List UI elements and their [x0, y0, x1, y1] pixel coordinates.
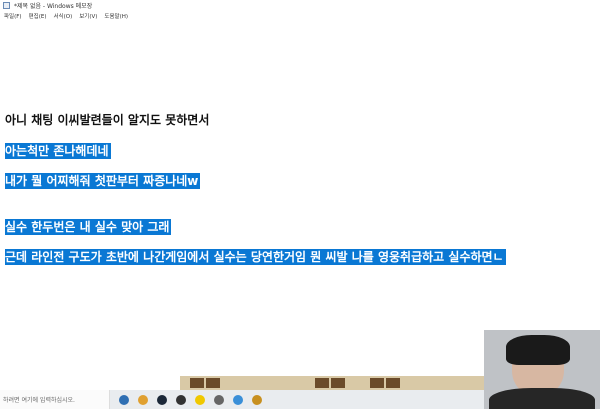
game-icon[interactable]: [252, 394, 262, 405]
chrome-icon[interactable]: [138, 394, 148, 405]
steam-icon[interactable]: [157, 394, 167, 405]
taskbar-search[interactable]: 하려면 여기에 입력하십시오.: [0, 390, 110, 409]
menu-bar: 파일(F) 편집(E) 서식(O) 보기(V) 도움말(H): [0, 11, 600, 20]
text-line-3: 내가 뭘 어찌해줘 첫판부터 짜증나네w: [5, 173, 201, 189]
webcam-overlay: [484, 330, 600, 409]
text-line-2: 아는척만 존나해데네: [5, 143, 111, 159]
app-icon[interactable]: [176, 394, 186, 405]
menu-help[interactable]: 도움말(H): [104, 12, 128, 20]
menu-file[interactable]: 파일(F): [4, 12, 22, 20]
game-overlay-strip: [180, 376, 485, 390]
window-title: *제목 없음 - Windows 메모장: [14, 3, 93, 10]
app-icon-2[interactable]: [214, 394, 224, 405]
menu-edit[interactable]: 편집(E): [29, 12, 47, 20]
title-bar: *제목 없음 - Windows 메모장: [0, 0, 600, 11]
menu-view[interactable]: 보기(V): [79, 12, 97, 20]
menu-format[interactable]: 서식(O): [53, 12, 72, 20]
notepad-taskbar-icon[interactable]: [233, 394, 243, 405]
text-editor[interactable]: 아니 채팅 이씨발련들이 알지도 못하면서 아는척만 존나해데네 내가 뭘 어찌…: [0, 20, 600, 376]
text-line-5: 근데 라인전 구도가 초반에 나간게임에서 실수는 당연한거임 뭔 씨발 나를 …: [5, 249, 506, 265]
edge-icon[interactable]: [119, 394, 129, 405]
mouse-cursor-icon: [71, 118, 72, 126]
notepad-icon: [3, 2, 10, 9]
text-line-1: 아니 채팅 이씨발련들이 알지도 못하면서: [5, 113, 210, 127]
text-line-4: 실수 한두번은 내 실수 맞아 그래: [5, 219, 172, 235]
kakaotalk-icon[interactable]: [195, 394, 205, 405]
